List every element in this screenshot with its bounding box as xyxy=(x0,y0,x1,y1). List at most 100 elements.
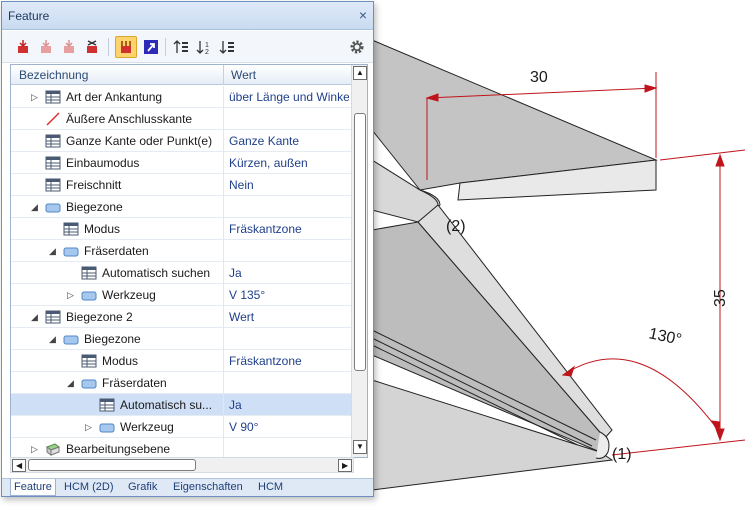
dimension-angle-text: 130° xyxy=(647,325,683,349)
property-value[interactable]: Nein xyxy=(229,178,349,192)
expand-icon xyxy=(85,399,95,411)
property-name: Äußere Anschlusskante xyxy=(66,112,193,126)
expand-icon xyxy=(31,113,41,125)
property-row[interactable]: Automatisch su... Ja xyxy=(11,394,351,416)
dimension-width-text: 30 xyxy=(530,69,548,86)
column-divider xyxy=(223,416,224,438)
property-row[interactable]: ◢ Fräserdaten xyxy=(11,240,351,262)
feature-insert-disabled-icon[interactable] xyxy=(35,36,57,58)
property-value[interactable]: Ja xyxy=(229,398,349,412)
column-header-value[interactable]: Wert xyxy=(231,68,256,82)
column-divider xyxy=(223,438,224,457)
tab-grafik[interactable]: Grafik xyxy=(128,481,157,493)
property-grid: Bezeichnung Wert ▷ Art der Ankantung über … xyxy=(10,64,368,458)
vertical-scroll-thumb[interactable] xyxy=(354,113,366,371)
property-row[interactable]: ◢ Fräserdaten xyxy=(11,372,351,394)
grid-header: Bezeichnung Wert xyxy=(11,65,351,85)
column-divider xyxy=(223,262,224,284)
close-icon[interactable]: × xyxy=(359,7,367,23)
property-value[interactable]: Kürzen, außen xyxy=(229,156,349,170)
property-table-icon xyxy=(45,134,61,148)
property-row[interactable]: ▷ Art der Ankantung über Länge und Winke xyxy=(11,86,351,108)
group-folder-icon xyxy=(81,376,97,390)
property-name: Fräserdaten xyxy=(84,244,149,258)
column-divider xyxy=(223,108,224,130)
property-value[interactable]: Ja xyxy=(229,266,349,280)
property-row[interactable]: Einbaumodus Kürzen, außen xyxy=(11,152,351,174)
scroll-right-button[interactable]: ▶ xyxy=(338,459,352,472)
scroll-left-button[interactable]: ◀ xyxy=(12,459,26,472)
property-name: Fräserdaten xyxy=(102,376,167,390)
collapse-icon[interactable]: ◢ xyxy=(49,333,59,345)
feature-active-icon[interactable] xyxy=(115,36,137,58)
sort-list-icon[interactable] xyxy=(216,36,238,58)
property-value[interactable]: Ganze Kante xyxy=(229,134,349,148)
property-name: Modus xyxy=(102,354,139,368)
sort-number-icon[interactable]: 12 xyxy=(193,36,215,58)
collapse-icon[interactable]: ◢ xyxy=(31,311,41,323)
tab-hcm[interactable]: HCM xyxy=(258,481,283,493)
property-name: Werkzeug xyxy=(120,420,174,434)
tab-eigenschaften[interactable]: Eigenschaften xyxy=(173,481,243,493)
column-divider xyxy=(223,130,224,152)
expand-icon xyxy=(49,223,59,235)
select-arrow-icon[interactable] xyxy=(140,36,162,58)
group-folder-icon xyxy=(45,200,61,214)
feature-toolbar: 12 xyxy=(2,31,373,63)
expand-icon[interactable]: ▷ xyxy=(67,289,77,301)
property-row[interactable]: ◢ Biegezone xyxy=(11,328,351,350)
collapse-icon[interactable]: ◢ xyxy=(67,377,77,389)
feature-delete-icon[interactable] xyxy=(81,36,103,58)
scroll-up-button[interactable]: ▲ xyxy=(353,66,367,80)
property-value[interactable]: V 90° xyxy=(229,420,349,434)
property-row[interactable]: Äußere Anschlusskante xyxy=(11,108,351,130)
column-divider xyxy=(223,196,224,218)
expand-icon[interactable]: ▷ xyxy=(31,91,41,103)
property-value[interactable]: Fräskantzone xyxy=(229,222,349,236)
feature-insert-disabled-icon[interactable] xyxy=(58,36,80,58)
vertical-scrollbar[interactable]: ▲ ▼ xyxy=(351,65,367,457)
property-row[interactable]: ▷ Werkzeug V 135° xyxy=(11,284,351,306)
property-name: Werkzeug xyxy=(102,288,156,302)
property-row[interactable]: ◢ Biegezone 2 Wert xyxy=(11,306,351,328)
column-header-name[interactable]: Bezeichnung xyxy=(19,68,88,82)
group-folder-icon xyxy=(81,288,97,302)
column-divider[interactable] xyxy=(223,65,224,85)
property-table-icon xyxy=(81,354,97,368)
property-value[interactable]: über Länge und Winke xyxy=(229,90,349,104)
property-row[interactable]: ◢ Biegezone xyxy=(11,196,351,218)
group-folder-icon xyxy=(99,420,115,434)
collapse-icon[interactable]: ◢ xyxy=(31,201,41,213)
group-folder-icon xyxy=(63,332,79,346)
feature-insert-icon[interactable] xyxy=(12,36,34,58)
work-plane-icon xyxy=(45,442,61,456)
expand-icon xyxy=(67,267,77,279)
property-row[interactable]: Modus Fräskantzone xyxy=(11,218,351,240)
tab-hcm-2d[interactable]: HCM (2D) xyxy=(64,481,114,493)
sort-up-icon[interactable] xyxy=(170,36,192,58)
property-value[interactable]: Wert xyxy=(229,310,349,324)
tab-feature[interactable]: Feature xyxy=(10,479,56,496)
property-value[interactable]: Fräskantzone xyxy=(229,354,349,368)
scroll-down-button[interactable]: ▼ xyxy=(353,440,367,454)
property-row[interactable]: Modus Fräskantzone xyxy=(11,350,351,372)
property-row[interactable]: Ganze Kante oder Punkt(e) Ganze Kante xyxy=(11,130,351,152)
property-row[interactable]: ▷ Bearbeitungsebene xyxy=(11,438,351,457)
gear-icon[interactable] xyxy=(346,36,368,58)
horizontal-scroll-thumb[interactable] xyxy=(28,459,196,471)
panel-title-bar[interactable]: Feature × xyxy=(2,2,373,30)
expand-icon[interactable]: ▷ xyxy=(85,421,95,433)
expand-icon[interactable]: ▷ xyxy=(31,443,41,455)
property-row[interactable]: Freischnitt Nein xyxy=(11,174,351,196)
horizontal-scrollbar[interactable]: ◀ ▶ xyxy=(10,457,354,473)
property-name: Freischnitt xyxy=(66,178,122,192)
property-name: Biegezone xyxy=(84,332,141,346)
property-row[interactable]: ▷ Werkzeug V 90° xyxy=(11,416,351,438)
collapse-icon[interactable]: ◢ xyxy=(49,245,59,257)
property-name: Biegezone 2 xyxy=(66,310,133,324)
property-value[interactable]: V 135° xyxy=(229,288,349,302)
feature-panel: Feature × 12 Bezeichnung Wert ▷ Art der … xyxy=(1,1,374,497)
property-name: Automatisch suchen xyxy=(102,266,211,280)
property-row[interactable]: Automatisch suchen Ja xyxy=(11,262,351,284)
column-divider xyxy=(223,372,224,394)
